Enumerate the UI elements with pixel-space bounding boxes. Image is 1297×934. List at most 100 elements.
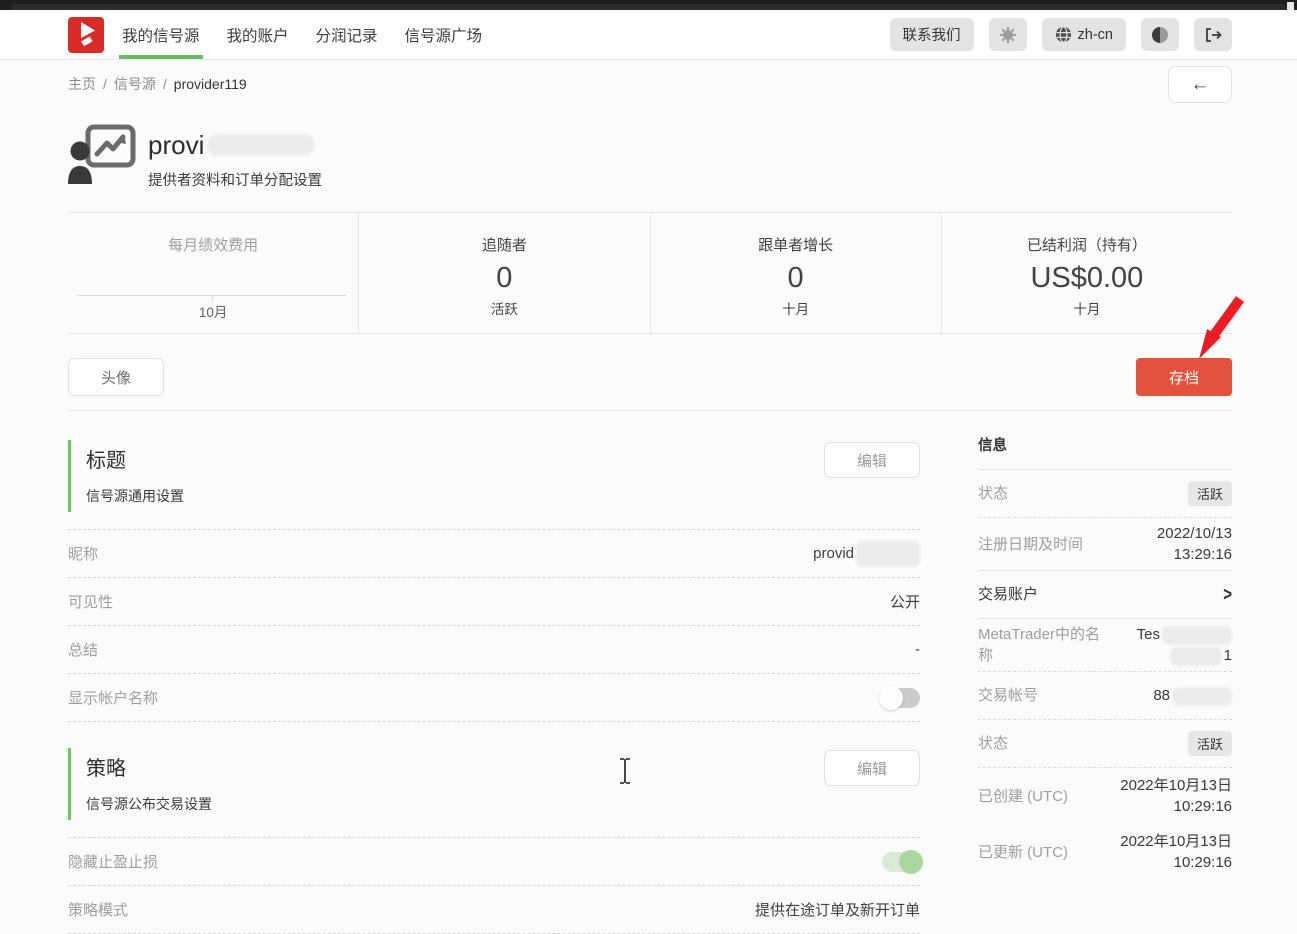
edit-title-button[interactable]: 编辑 bbox=[824, 442, 920, 478]
archive-button[interactable]: 存档 bbox=[1136, 358, 1232, 396]
sidebar-row-status: 状态 活跃 bbox=[978, 470, 1232, 518]
created-time: 10:29:16 bbox=[1174, 796, 1232, 817]
updated-datetime: 2022年10月13日 10:29:16 bbox=[1120, 831, 1232, 873]
updated-time: 10:29:16 bbox=[1174, 852, 1232, 873]
row-label: 注册日期及时间 bbox=[978, 534, 1083, 555]
row-label: 状态 bbox=[978, 483, 1008, 504]
back-button[interactable]: ← bbox=[1168, 66, 1232, 103]
contact-us-button[interactable]: 联系我们 bbox=[890, 18, 974, 51]
main-content: 标题 信号源通用设置 编辑 昵称 provid 可见性 公开 总结 - 显示帐户… bbox=[68, 410, 1232, 934]
visibility-value: 公开 bbox=[890, 591, 920, 612]
stat-sub: 活跃 bbox=[359, 298, 649, 318]
sidebar-row-registered: 注册日期及时间 2022/10/13 13:29:16 bbox=[978, 518, 1232, 571]
breadcrumb-current: provider119 bbox=[174, 76, 247, 92]
navbar: 我的信号源 我的账户 分润记录 信号源广场 联系我们 zh-cn bbox=[0, 10, 1297, 60]
row-hide-sl-tp: 隐藏止盈止损 bbox=[68, 838, 920, 886]
row-show-account-name: 显示帐户名称 bbox=[68, 674, 920, 722]
breadcrumb-home[interactable]: 主页 bbox=[68, 74, 96, 94]
account-number-visible-text: 88 bbox=[1153, 687, 1170, 704]
stat-value: 0 bbox=[651, 262, 941, 295]
hide-sl-tp-toggle[interactable] bbox=[882, 852, 920, 872]
breadcrumb-signals[interactable]: 信号源 bbox=[114, 74, 156, 94]
section-title-header: 标题 信号源通用设置 编辑 bbox=[68, 440, 920, 512]
toggle-knob bbox=[899, 850, 923, 874]
created-date: 2022年10月13日 bbox=[1120, 775, 1232, 796]
sidebar-row-status-2: 状态 活跃 bbox=[978, 720, 1232, 768]
fee-chart-axis bbox=[77, 295, 346, 296]
row-label: 显示帐户名称 bbox=[68, 687, 158, 708]
mt-name-visible-text: Tes bbox=[1137, 626, 1160, 643]
nav-item-profit-records[interactable]: 分润记录 bbox=[316, 10, 378, 59]
redacted-mt-name-blur bbox=[1162, 626, 1232, 645]
back-arrow-icon: ← bbox=[1191, 74, 1210, 96]
redacted-name-blur bbox=[207, 134, 315, 156]
section-title: 标题 bbox=[86, 444, 920, 473]
provider-title: provi bbox=[148, 132, 322, 158]
language-button[interactable]: zh-cn bbox=[1042, 18, 1126, 51]
contrast-icon bbox=[1151, 26, 1169, 44]
registered-date: 2022/10/13 bbox=[1157, 523, 1232, 544]
redacted-nickname-blur bbox=[856, 540, 920, 567]
stat-label: 跟单者增长 bbox=[651, 234, 941, 255]
row-label: 昵称 bbox=[68, 543, 98, 564]
section-strategy-header: 策略 信号源公布交易设置 编辑 bbox=[68, 748, 920, 820]
registered-time: 13:29:16 bbox=[1174, 544, 1232, 565]
row-label: 已更新 (UTC) bbox=[978, 842, 1068, 863]
show-account-name-toggle[interactable] bbox=[882, 688, 920, 708]
provider-name-visible: provi bbox=[148, 132, 204, 158]
section-subtitle: 信号源通用设置 bbox=[86, 486, 920, 506]
updated-date: 2022年10月13日 bbox=[1120, 831, 1232, 852]
nav-item-signal-market[interactable]: 信号源广场 bbox=[405, 10, 483, 59]
row-visibility: 可见性 公开 bbox=[68, 578, 920, 626]
row-summary: 总结 - bbox=[68, 626, 920, 674]
sidebar-row-trading-account[interactable]: 交易账户 > bbox=[978, 571, 1232, 619]
row-label: 可见性 bbox=[68, 591, 113, 612]
section-title: 策略 bbox=[86, 752, 920, 781]
stat-label: 每月绩效费用 bbox=[68, 234, 358, 255]
nav-item-label: 分润记录 bbox=[316, 24, 378, 46]
row-label: 已创建 (UTC) bbox=[978, 786, 1068, 807]
row-label: 策略模式 bbox=[68, 899, 128, 920]
row-label: 交易账户 bbox=[978, 584, 1038, 605]
strategy-settings-rows: 隐藏止盈止损 策略模式 提供在途订单及新开订单 bbox=[68, 837, 920, 934]
nav-item-label: 我的账户 bbox=[227, 24, 289, 46]
info-sidebar: 信息 状态 活跃 注册日期及时间 2022/10/13 13:29:16 交易账… bbox=[978, 410, 1232, 934]
stat-label: 追随者 bbox=[359, 234, 649, 255]
row-nickname: 昵称 provid bbox=[68, 530, 920, 578]
gear-icon bbox=[999, 26, 1017, 44]
row-label: 状态 bbox=[978, 733, 1008, 754]
logout-icon bbox=[1204, 26, 1222, 44]
brand-logo-icon[interactable] bbox=[68, 17, 104, 53]
provider-header-text: provi 提供者资料和订单分配设置 bbox=[148, 124, 322, 190]
logout-button[interactable] bbox=[1194, 18, 1232, 51]
chevron-right-icon: > bbox=[1223, 583, 1232, 605]
nav-item-my-account[interactable]: 我的账户 bbox=[227, 10, 289, 59]
mt-name-line1: Tes bbox=[1137, 624, 1232, 645]
stat-label: 已结利润（持有） bbox=[942, 234, 1232, 255]
theme-toggle-button[interactable] bbox=[1141, 18, 1179, 51]
breadcrumb-separator: / bbox=[103, 76, 107, 92]
brand-logo-glyph bbox=[68, 17, 104, 53]
nickname-visible-text: provid bbox=[813, 545, 854, 562]
window-corner-square bbox=[1287, 2, 1294, 10]
contact-us-label: 联系我们 bbox=[903, 24, 961, 45]
stat-followers: 追随者 0 活跃 bbox=[359, 213, 650, 333]
avatar-button[interactable]: 头像 bbox=[68, 358, 164, 396]
nav-item-my-signals[interactable]: 我的信号源 bbox=[122, 10, 200, 59]
redacted-account-number-blur bbox=[1172, 687, 1232, 706]
summary-value: - bbox=[915, 641, 920, 658]
mt-name-value: Tes 1 bbox=[1137, 624, 1232, 666]
stat-value: US$0.00 bbox=[942, 262, 1232, 295]
title-settings-rows: 昵称 provid 可见性 公开 总结 - 显示帐户名称 bbox=[68, 529, 920, 722]
settings-button[interactable] bbox=[989, 18, 1027, 51]
row-strategy-mode: 策略模式 提供在途订单及新开订单 bbox=[68, 886, 920, 934]
redacted-mt-name-blur bbox=[1170, 647, 1222, 666]
sidebar-row-updated: 已更新 (UTC) 2022年10月13日 10:29:16 bbox=[978, 824, 1232, 880]
nav-actions: 联系我们 zh-cn bbox=[890, 18, 1232, 51]
browser-window-bar bbox=[0, 0, 1297, 10]
toggle-knob bbox=[879, 686, 903, 710]
edit-strategy-button[interactable]: 编辑 bbox=[824, 750, 920, 786]
nav-menu: 我的信号源 我的账户 分润记录 信号源广场 bbox=[122, 10, 482, 59]
stat-monthly-fee: 每月绩效费用 10月 bbox=[68, 213, 359, 333]
provider-avatar-icon bbox=[68, 124, 136, 184]
